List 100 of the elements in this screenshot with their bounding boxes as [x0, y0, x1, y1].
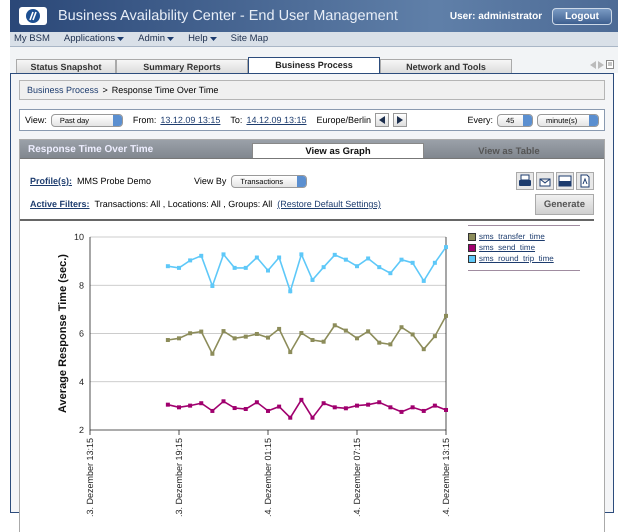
data-point — [244, 266, 248, 270]
data-point — [288, 416, 292, 420]
data-point — [366, 329, 370, 334]
breadcrumb-link[interactable]: Business Process — [27, 85, 99, 95]
data-point — [266, 408, 270, 413]
data-point — [444, 245, 448, 250]
x-tick-label: .4. Dezember 01:15 — [263, 438, 273, 518]
data-point — [400, 258, 404, 262]
tab[interactable]: Network and Tools — [380, 59, 512, 73]
data-point — [332, 323, 337, 328]
data-point — [188, 404, 192, 408]
data-point — [322, 340, 326, 344]
data-point — [166, 402, 170, 407]
right-triangle-icon — [397, 116, 404, 124]
data-point — [254, 256, 259, 260]
menu-item[interactable]: My BSM — [14, 33, 50, 44]
data-point — [422, 408, 426, 413]
data-point — [400, 325, 404, 330]
data-point — [166, 264, 170, 268]
menu-item[interactable]: Applications — [64, 33, 124, 44]
data-point — [288, 350, 292, 354]
data-point — [232, 266, 237, 270]
data-point — [388, 271, 392, 276]
data-point — [277, 326, 282, 331]
menu-item[interactable]: Help — [188, 33, 217, 44]
data-point — [177, 266, 181, 270]
tab-list-icon[interactable] — [606, 60, 614, 69]
menu-item[interactable]: Site Map — [230, 33, 268, 44]
data-point — [422, 347, 426, 352]
spreadsheet-icon[interactable] — [556, 172, 574, 190]
data-point — [210, 352, 214, 356]
data-point — [355, 336, 359, 340]
data-point — [410, 260, 415, 265]
menu-item[interactable]: Admin — [138, 33, 174, 44]
data-point — [322, 265, 326, 270]
data-point — [177, 336, 181, 340]
data-point — [400, 410, 404, 414]
legend-link[interactable]: sms_transfer_time — [479, 232, 545, 241]
data-point — [299, 398, 304, 402]
view-label: View: — [25, 115, 47, 125]
data-point — [277, 404, 282, 409]
tab[interactable]: Status Snapshot — [16, 59, 116, 73]
data-point — [410, 332, 415, 336]
previous-button[interactable] — [375, 113, 390, 127]
data-point — [232, 406, 237, 410]
data-point — [288, 289, 292, 294]
y-tick-label: 8 — [78, 280, 84, 290]
logout-button[interactable]: Logout — [552, 8, 612, 24]
x-tick-label: .3. Dezember 13:15 — [85, 438, 95, 518]
y-tick-label: 10 — [74, 232, 84, 242]
data-point — [266, 336, 270, 340]
view-tab[interactable]: View as Graph — [252, 143, 424, 158]
legend-link[interactable]: sms_send_time — [479, 243, 536, 252]
data-point — [388, 342, 392, 346]
data-point — [377, 265, 382, 270]
data-point — [166, 338, 170, 342]
legend-link[interactable]: sms_round_trip_time — [479, 254, 554, 263]
restore-defaults-link[interactable]: (Restore Default Settings) — [277, 199, 381, 209]
profile-value: MMS Probe Demo — [77, 176, 152, 186]
from-label: From: — [132, 115, 156, 125]
data-point — [222, 329, 226, 334]
data-point — [322, 401, 326, 406]
data-point — [332, 405, 337, 410]
print-icon[interactable] — [516, 172, 534, 190]
pdf-icon[interactable] — [576, 172, 594, 190]
data-point — [232, 336, 237, 340]
user-label: User: administrator — [450, 10, 542, 22]
breadcrumb-current: Response Time Over Time — [112, 85, 218, 95]
to-label: To: — [230, 115, 242, 125]
spinner-icon — [112, 114, 122, 126]
tab[interactable]: Business Process — [248, 57, 380, 73]
profile-link[interactable]: Profile(s): — [30, 176, 72, 186]
email-icon[interactable] — [536, 172, 554, 190]
to-date-link[interactable]: 14.12.09 13:15 — [246, 115, 306, 125]
data-point — [444, 314, 448, 318]
generate-button[interactable]: Generate — [534, 194, 594, 214]
x-tick-label: .4. Dezember 13:15 — [441, 438, 451, 518]
tab[interactable]: Summary Reports — [116, 59, 248, 73]
data-point — [432, 404, 437, 408]
active-filters-link[interactable]: Active Filters: — [30, 199, 90, 209]
data-point — [310, 338, 314, 342]
data-point — [310, 416, 314, 420]
next-button[interactable] — [393, 113, 408, 127]
timezone-label: Europe/Berlin — [316, 115, 372, 125]
data-point — [254, 332, 259, 336]
data-point — [199, 254, 204, 258]
data-point — [199, 330, 204, 334]
data-point — [299, 252, 304, 256]
y-tick-label: 2 — [78, 425, 84, 435]
data-point — [266, 268, 270, 273]
data-point — [222, 399, 226, 404]
data-point — [432, 260, 437, 265]
data-point — [377, 340, 382, 345]
y-tick-label: 4 — [78, 376, 84, 387]
data-point — [355, 404, 359, 408]
data-point — [355, 264, 359, 268]
data-point — [432, 334, 437, 338]
from-date-link[interactable]: 13.12.09 13:15 — [160, 115, 220, 125]
data-point — [277, 256, 282, 260]
breadcrumb-separator: > — [102, 85, 108, 95]
